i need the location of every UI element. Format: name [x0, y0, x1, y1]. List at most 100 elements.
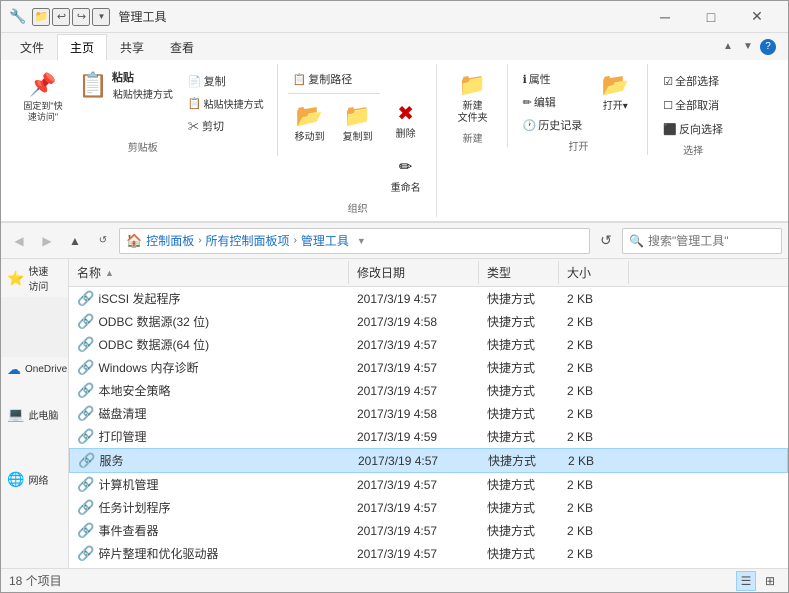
file-size: 2 KB	[559, 383, 629, 399]
up-button[interactable]: ▲	[63, 229, 87, 253]
file-row[interactable]: 🔗 打印管理 2017/3/19 4:59 快捷方式 2 KB	[69, 425, 788, 448]
file-name: ODBC 数据源(64 位)	[98, 336, 209, 353]
file-area: 名称 ▲ 修改日期 类型 大小 🔗 iSCSI 发起程序 2017/3/19 4…	[69, 259, 788, 568]
search-input[interactable]	[648, 234, 775, 248]
file-row[interactable]: 🔗 iSCSI 发起程序 2017/3/19 4:57 快捷方式 2 KB	[69, 287, 788, 310]
col-size[interactable]: 大小	[559, 261, 629, 284]
paste-shortcut-button[interactable]: 粘贴快捷方式	[112, 85, 174, 102]
sidebar-item-quickaccess[interactable]: ⭐ 快速访问	[1, 259, 68, 297]
tab-file[interactable]: 文件	[7, 34, 57, 61]
file-icon: 🔗	[77, 313, 94, 330]
file-size: 2 KB	[559, 477, 629, 493]
sidebar-item-thispc[interactable]: 💻 此电脑	[1, 402, 68, 427]
col-name[interactable]: 名称 ▲	[69, 261, 349, 284]
open-icon: 📂	[599, 69, 631, 101]
moveto-icon: 📂	[294, 100, 326, 132]
ribbon-group-select: ☑ 全部选择 ☐ 全部取消 ⬛ 反向选择 选择	[650, 64, 736, 159]
search-icon: 🔍	[629, 234, 644, 248]
file-row[interactable]: 🔗 计算机管理 2017/3/19 4:57 快捷方式 2 KB	[69, 473, 788, 496]
file-name: 本地安全策略	[98, 382, 170, 399]
open-buttons: ℹ 属性 ✏ 编辑 🕐 历史记录 📂	[518, 64, 640, 138]
ribbon-scroll-down[interactable]: ▼	[740, 39, 756, 55]
tab-view[interactable]: 查看	[157, 34, 207, 61]
select-label: 选择	[683, 142, 703, 159]
file-header[interactable]: 名称 ▲ 修改日期 类型 大小	[69, 259, 788, 287]
breadcrumb-all[interactable]: 所有控制面板项	[206, 232, 290, 249]
window-title: 管理工具	[118, 8, 642, 25]
new-label: 新建	[463, 130, 483, 147]
move-to-button[interactable]: 📂 移动到	[288, 97, 332, 147]
col-date[interactable]: 修改日期	[349, 261, 479, 284]
file-type: 快捷方式	[479, 427, 559, 446]
file-date: 2017/3/19 4:58	[349, 406, 479, 422]
file-row[interactable]: 🔗 碎片整理和优化驱动器 2017/3/19 4:57 快捷方式 2 KB	[69, 542, 788, 565]
minimize-button[interactable]: ─	[642, 1, 688, 33]
file-date: 2017/3/19 4:57	[349, 477, 479, 493]
qat-redo[interactable]: ↪	[72, 8, 90, 26]
invert-selection-button[interactable]: ⬛ 反向选择	[658, 118, 728, 140]
help-button[interactable]: ?	[760, 39, 776, 55]
breadcrumb-current[interactable]: 管理工具	[301, 232, 349, 249]
window-controls: ─ □ ✕	[642, 1, 780, 33]
ribbon-content: 📌 固定到"快 速访问" 📋 粘贴 粘贴快捷方式	[1, 60, 788, 222]
file-row[interactable]: 🔗 任务计划程序 2017/3/19 4:57 快捷方式 2 KB	[69, 496, 788, 519]
qat-dropdown[interactable]: ▼	[92, 8, 110, 26]
close-button[interactable]: ✕	[734, 1, 780, 33]
file-row[interactable]: 🔗 事件查看器 2017/3/19 4:57 快捷方式 2 KB	[69, 519, 788, 542]
tab-share[interactable]: 共享	[107, 34, 157, 61]
file-row[interactable]: 🔗 ODBC 数据源(64 位) 2017/3/19 4:57 快捷方式 2 K…	[69, 333, 788, 356]
history-button[interactable]: 🕐 历史记录	[518, 114, 588, 136]
select-none-button[interactable]: ☐ 全部取消	[658, 94, 728, 116]
copy-button[interactable]: 📄 复制	[183, 70, 269, 92]
file-name: 碎片整理和优化驱动器	[98, 545, 218, 562]
item-count: 18 个项目	[9, 572, 62, 589]
file-row[interactable]: 🔗 ODBC 数据源(32 位) 2017/3/19 4:58 快捷方式 2 K…	[69, 310, 788, 333]
new-folder-button[interactable]: 📁 新建 文件夹	[447, 66, 499, 128]
tile-view-button[interactable]: ⊞	[760, 571, 780, 591]
properties-button[interactable]: ℹ 属性	[518, 68, 588, 90]
new-buttons: 📁 新建 文件夹	[447, 64, 499, 130]
file-row[interactable]: 🔗 Windows 内存诊断 2017/3/19 4:57 快捷方式 2 KB	[69, 356, 788, 379]
paste-button[interactable]: 📋 粘贴 粘贴快捷方式	[73, 66, 179, 105]
invert-icon: ⬛	[663, 123, 677, 136]
copy-path-btn[interactable]: 📋 复制路径	[288, 68, 380, 90]
rename-icon: ✏	[390, 151, 422, 183]
address-bar[interactable]: 🏠 控制面板 › 所有控制面板项 › 管理工具 ▼	[119, 228, 590, 254]
qat-undo[interactable]: ↩	[52, 8, 70, 26]
file-size: 2 KB	[559, 546, 629, 562]
breadcrumb-controlpanel[interactable]: 控制面板	[146, 232, 194, 249]
select-all-button[interactable]: ☑ 全部选择	[658, 70, 728, 92]
edit-button[interactable]: ✏ 编辑	[518, 91, 588, 113]
file-date: 2017/3/19 4:57	[349, 337, 479, 353]
qat-new-folder[interactable]: 📁	[32, 8, 50, 26]
network-icon: 🌐	[7, 471, 24, 488]
open-button[interactable]: 📂 打开▾	[591, 66, 639, 116]
file-row[interactable]: 🔗 磁盘清理 2017/3/19 4:58 快捷方式 2 KB	[69, 402, 788, 425]
copy-path-button[interactable]: 📋 粘贴快捷方式	[183, 93, 269, 114]
refresh-button[interactable]: ↺	[91, 229, 115, 253]
sidebar-item-onedrive[interactable]: ☁ OneDrive	[1, 357, 68, 382]
file-row[interactable]: 🔗 服务 2017/3/19 4:57 快捷方式 2 KB	[69, 448, 788, 473]
refresh-addr-button[interactable]: ↺	[594, 229, 618, 253]
file-date: 2017/3/19 4:57	[349, 383, 479, 399]
file-row[interactable]: 🔗 系统配置 2017/3/19 4:57 快捷方式 2 KB	[69, 565, 788, 568]
ribbon-group-clipboard: 📌 固定到"快 速访问" 📋 粘贴 粘贴快捷方式	[9, 64, 278, 156]
file-name: iSCSI 发起程序	[98, 290, 180, 307]
maximize-button[interactable]: □	[688, 1, 734, 33]
file-row[interactable]: 🔗 本地安全策略 2017/3/19 4:57 快捷方式 2 KB	[69, 379, 788, 402]
sidebar-item-network[interactable]: 🌐 网络	[1, 467, 68, 492]
pin-to-quickaccess-button[interactable]: 📌 固定到"快 速访问"	[17, 66, 69, 126]
forward-button[interactable]: ▶	[35, 229, 59, 253]
tab-home[interactable]: 主页	[57, 34, 107, 61]
copy-to-button[interactable]: 📁 复制到	[336, 97, 380, 147]
detail-view-button[interactable]: ☰	[736, 571, 756, 591]
col-type[interactable]: 类型	[479, 261, 559, 284]
back-button[interactable]: ◀	[7, 229, 31, 253]
cut-button[interactable]: ✂ 剪切	[183, 115, 269, 137]
selectnone-icon: ☐	[663, 99, 673, 112]
ribbon-scroll-up[interactable]: ▲	[720, 39, 736, 55]
delete-button[interactable]: ✖ 删除	[384, 94, 428, 144]
file-size: 2 KB	[559, 337, 629, 353]
search-bar[interactable]: 🔍	[622, 228, 782, 254]
rename-button[interactable]: ✏ 重命名	[384, 148, 428, 198]
